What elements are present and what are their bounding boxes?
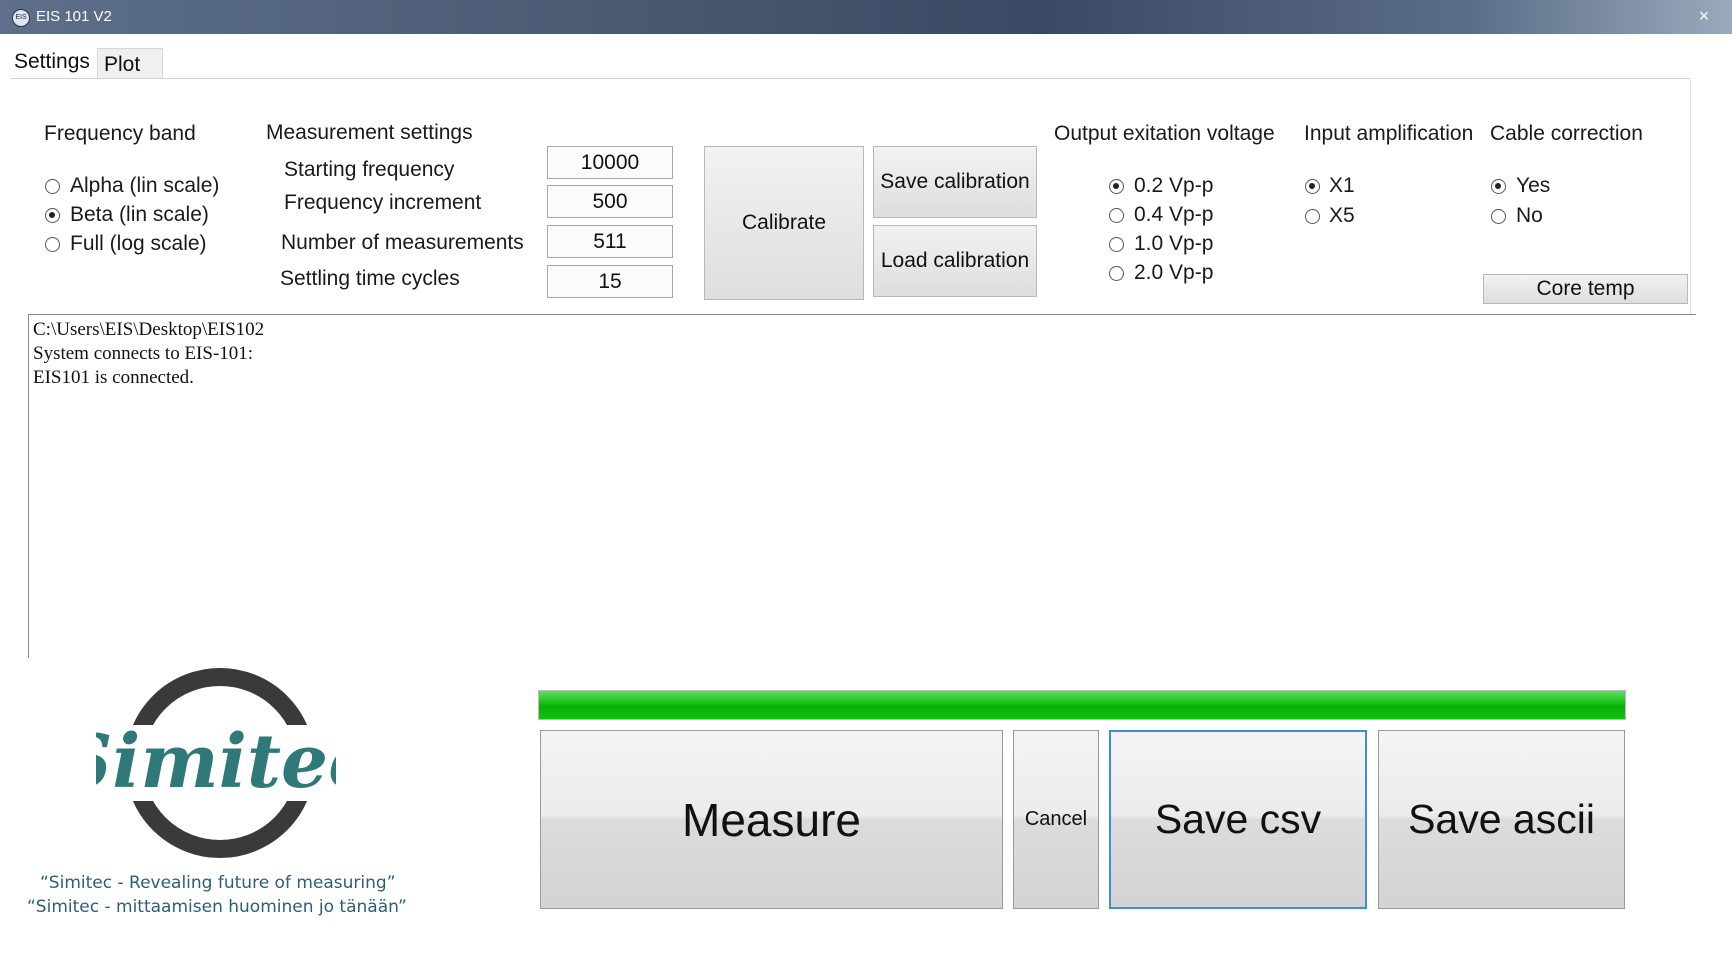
calibrate-button-label: Calibrate xyxy=(741,211,827,234)
progress-fill xyxy=(539,691,1625,719)
tagline-finnish: “Simitec - mittaamisen huominen jo tänää… xyxy=(27,897,407,917)
simitec-logo: Simitec xyxy=(96,668,336,858)
radio-cable-yes[interactable] xyxy=(1491,179,1506,194)
tab-settings[interactable]: Settings xyxy=(8,46,96,78)
core-temp-button[interactable]: Core temp xyxy=(1483,274,1688,304)
radio-voltage-1-0[interactable] xyxy=(1109,237,1124,252)
radio-amp-x5-label: X5 xyxy=(1329,204,1355,227)
measurement-settings-heading: Measurement settings xyxy=(266,121,473,144)
radio-cable-no[interactable] xyxy=(1491,209,1506,224)
measure-button-label: Measure xyxy=(682,793,861,846)
starting-frequency-input[interactable]: 10000 xyxy=(547,146,673,179)
measure-button[interactable]: Measure xyxy=(540,730,1003,909)
frequency-increment-label: Frequency increment xyxy=(284,191,482,214)
settling-time-cycles-label: Settling time cycles xyxy=(280,267,460,290)
load-calibration-button[interactable]: Load calibration xyxy=(873,225,1037,297)
save-ascii-button-label: Save ascii xyxy=(1408,796,1595,842)
radio-cable-no-label: No xyxy=(1516,204,1543,227)
log-line: EIS101 is connected. xyxy=(33,367,194,388)
title-bar xyxy=(0,0,1732,34)
core-temp-label: Core temp xyxy=(1536,277,1635,300)
radio-alpha-label: Alpha (lin scale) xyxy=(70,174,220,197)
radio-voltage-1-0-label: 1.0 Vp-p xyxy=(1134,232,1214,255)
progress-bar xyxy=(538,690,1626,720)
save-csv-button-label: Save csv xyxy=(1154,796,1322,842)
cancel-button[interactable]: Cancel xyxy=(1013,730,1099,909)
save-calibration-button[interactable]: Save calibration xyxy=(873,146,1037,218)
settling-time-cycles-input[interactable]: 15 xyxy=(547,265,673,298)
save-calibration-label: Save calibration xyxy=(880,170,1030,193)
radio-full[interactable] xyxy=(45,237,60,252)
radio-voltage-0-4[interactable] xyxy=(1109,208,1124,223)
log-line: C:\Users\EIS\Desktop\EIS102 xyxy=(33,319,265,340)
radio-amp-x5[interactable] xyxy=(1305,209,1320,224)
number-of-measurements-input[interactable]: 511 xyxy=(547,225,673,258)
log-output: C:\Users\EIS\Desktop\EIS102 System connec… xyxy=(28,314,1696,658)
number-of-measurements-label: Number of measurements xyxy=(281,231,524,254)
radio-voltage-0-2-label: 0.2 Vp-p xyxy=(1134,174,1214,197)
save-csv-button[interactable]: Save csv xyxy=(1109,730,1367,909)
tagline-english: “Simitec - Revealing future of measuring… xyxy=(40,873,396,893)
radio-full-label: Full (log scale) xyxy=(70,232,207,255)
log-line: System connects to EIS-101: xyxy=(33,343,254,364)
output-voltage-heading: Output exitation voltage xyxy=(1054,122,1275,145)
logo-brand: Simitec xyxy=(96,719,336,805)
radio-beta[interactable] xyxy=(45,208,60,223)
load-calibration-label: Load calibration xyxy=(880,249,1030,272)
radio-voltage-0-2[interactable] xyxy=(1109,179,1124,194)
radio-cable-yes-label: Yes xyxy=(1516,174,1551,197)
starting-frequency-label: Starting frequency xyxy=(284,158,455,181)
radio-voltage-0-4-label: 0.4 Vp-p xyxy=(1134,203,1214,226)
frequency-increment-input[interactable]: 500 xyxy=(547,185,673,218)
cancel-button-label: Cancel xyxy=(1024,808,1088,830)
calibrate-button[interactable]: Calibrate xyxy=(704,146,864,300)
save-ascii-button[interactable]: Save ascii xyxy=(1378,730,1625,909)
radio-voltage-2-0[interactable] xyxy=(1109,266,1124,281)
radio-amp-x1[interactable] xyxy=(1305,179,1320,194)
radio-voltage-2-0-label: 2.0 Vp-p xyxy=(1134,261,1214,284)
radio-alpha[interactable] xyxy=(45,179,60,194)
radio-beta-label: Beta (lin scale) xyxy=(70,203,209,226)
tab-plot[interactable]: Plot xyxy=(97,48,163,78)
frequency-band-heading: Frequency band xyxy=(44,122,196,145)
input-amplification-heading: Input amplification xyxy=(1304,122,1474,145)
radio-amp-x1-label: X1 xyxy=(1329,174,1355,197)
cable-correction-heading: Cable correction xyxy=(1490,122,1643,145)
app-icon: EIS xyxy=(12,9,30,27)
window-title: EIS 101 V2 xyxy=(36,8,112,25)
close-icon[interactable]: × xyxy=(1684,4,1724,28)
